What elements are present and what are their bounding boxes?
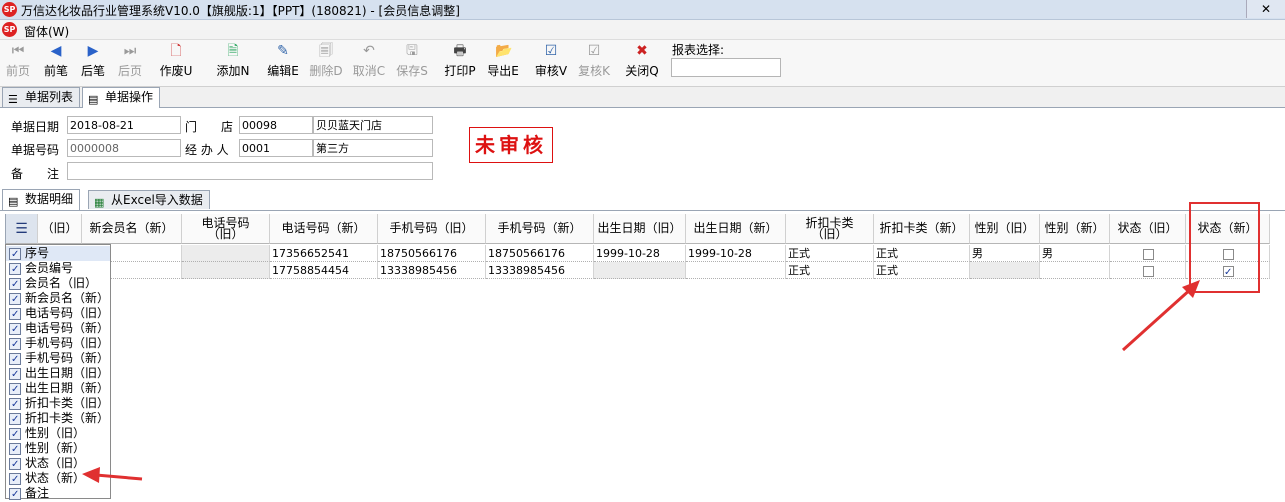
arrow-to-status-new-option <box>82 467 143 483</box>
annotation-arrows <box>82 280 1200 483</box>
arrow-to-status-new-checkbox <box>1121 280 1200 352</box>
